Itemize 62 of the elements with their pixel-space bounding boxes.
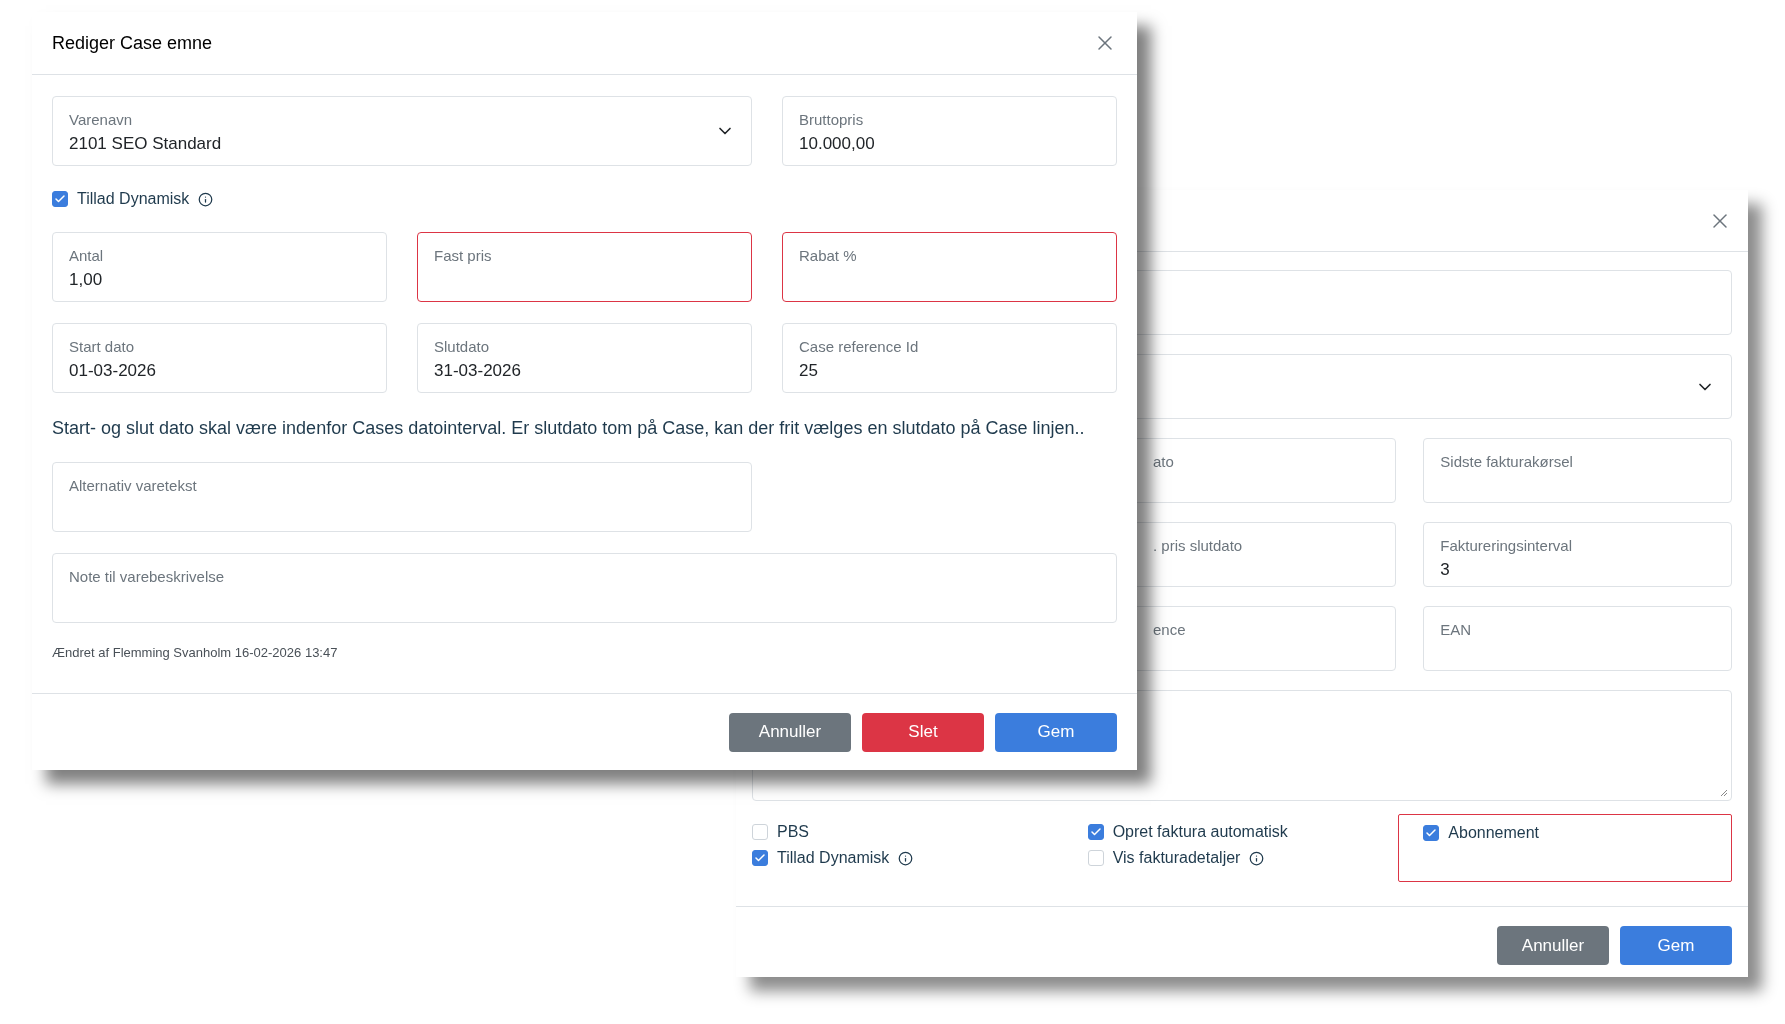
field-label: Rabat %: [799, 247, 858, 265]
cancel-button[interactable]: Annuller: [1497, 926, 1609, 965]
field-label: ence: [1152, 621, 1187, 639]
field-label: Note til varebeskrivelse: [69, 568, 226, 586]
field-label: EAN: [1440, 621, 1473, 639]
save-button[interactable]: Gem: [995, 712, 1117, 752]
select-field[interactable]: Varenavn 2101 SEO Standard: [52, 96, 752, 166]
checkbox-label: PBS: [777, 822, 809, 842]
field-label: Faktureringsinterval: [1440, 537, 1574, 555]
checkbox-label: Tillad Dynamisk: [77, 189, 190, 209]
field-label: Sidste fakturakørsel: [1440, 453, 1574, 471]
check-icon: [54, 193, 66, 205]
field-value: 3: [1440, 559, 1451, 581]
input-field[interactable]: Slutdato 31-03-2026: [417, 323, 752, 393]
field-label: Antal: [69, 247, 105, 265]
field-value: 25: [799, 360, 819, 382]
field-label: . pris slutdato: [1152, 537, 1244, 555]
check-icon: [1425, 827, 1438, 839]
field-label: Alternativ varetekst: [69, 477, 198, 495]
delete-button[interactable]: Slet: [862, 712, 984, 752]
input-field[interactable]: Alternativ varetekst: [52, 462, 752, 532]
field-label: Start dato: [69, 338, 136, 356]
field-value: 2101 SEO Standard: [69, 133, 223, 155]
check-icon: [1089, 826, 1102, 838]
field-value: 10.000,00: [799, 133, 876, 155]
input-field[interactable]: Sidste fakturakørsel: [1423, 438, 1732, 503]
dialog-title: Rediger Case emne: [52, 31, 213, 55]
input-field[interactable]: Note til varebeskrivelse: [52, 553, 1117, 623]
info-icon: [198, 191, 214, 207]
field-label: Slutdato: [434, 338, 491, 356]
field-value: 01-03-2026: [69, 360, 157, 382]
info-icon: [1249, 850, 1265, 866]
input-field[interactable]: Bruttopris 10.000,00: [782, 96, 1117, 166]
field-value: 31-03-2026: [434, 360, 522, 382]
input-field[interactable]: Case reference Id 25: [782, 323, 1117, 393]
resize-grip-icon: [1720, 789, 1728, 797]
field-label: Case reference Id: [799, 338, 920, 356]
field-label: Varenavn: [69, 111, 134, 129]
checkbox-label: Opret faktura automatisk: [1112, 822, 1288, 842]
checkbox-label: Abonnement: [1448, 823, 1540, 843]
info-text: Start- og slut dato skal være indenfor Cases datointerval. Er slutdato tom på Case, kan der frit vælges en slutdato på Case linjen..: [52, 417, 1086, 440]
field-value: 1,00: [69, 269, 104, 291]
field-label: ato: [1152, 453, 1175, 471]
changed-by-text: Ændret af Flemming Svanholm 16-02-2026 13:47: [52, 644, 339, 662]
checkbox-label: Tillad Dynamisk: [777, 848, 890, 868]
info-icon: [898, 850, 914, 866]
check-icon: [754, 852, 766, 864]
checkbox[interactable]: [1423, 825, 1440, 841]
field-label: Fast pris: [434, 247, 493, 265]
cancel-button[interactable]: Annuller: [729, 712, 851, 752]
input-field[interactable]: Antal 1,00: [52, 232, 387, 302]
save-button[interactable]: Gem: [1620, 926, 1732, 965]
checkbox[interactable]: [1087, 824, 1104, 840]
input-field[interactable]: Fast pris: [417, 232, 752, 302]
input-field[interactable]: Rabat %: [782, 232, 1117, 302]
input-field[interactable]: EAN: [1423, 606, 1732, 671]
checkbox[interactable]: [752, 850, 768, 866]
input-field[interactable]: Faktureringsinterval 3: [1423, 522, 1732, 587]
field-label: Bruttopris: [799, 111, 865, 129]
checkbox[interactable]: [52, 191, 68, 207]
checkbox-label: Vis fakturadetaljer: [1112, 848, 1241, 868]
input-field[interactable]: Start dato 01-03-2026: [52, 323, 387, 393]
